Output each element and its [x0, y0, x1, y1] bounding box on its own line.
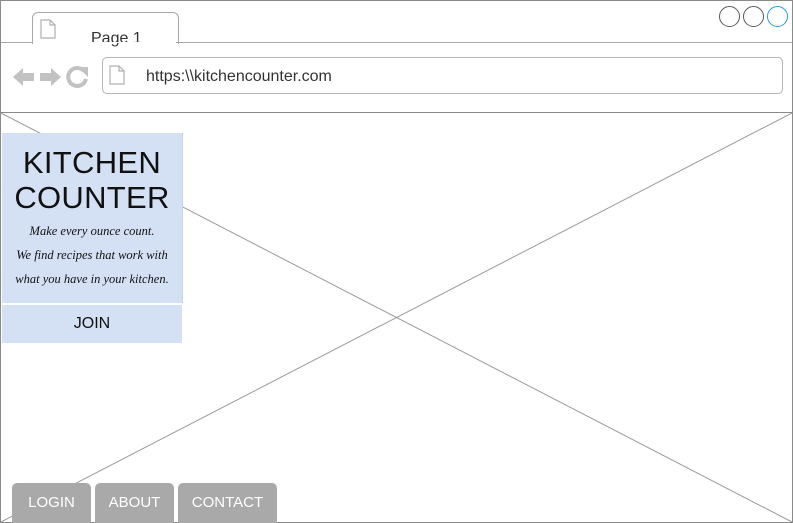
brand-tagline: Make every ounce count. We find recipes …	[2, 219, 182, 291]
tab-title: Page 1	[91, 30, 142, 47]
forward-arrow-icon[interactable]	[38, 65, 62, 94]
reload-icon[interactable]	[64, 64, 90, 95]
tagline-line2: We find recipes that work with	[16, 248, 168, 262]
navigation-buttons	[12, 64, 90, 95]
address-bar[interactable]: https:\\kitchencounter.com	[102, 57, 783, 94]
tagline-line1: Make every ounce count.	[29, 224, 155, 238]
page-icon	[40, 19, 56, 44]
back-arrow-icon[interactable]	[12, 65, 36, 94]
about-button[interactable]: ABOUT	[95, 483, 174, 523]
page-icon	[109, 65, 125, 90]
bottom-navigation: LOGIN ABOUT CONTACT	[12, 483, 277, 523]
tagline-line3: what you have in your kitchen.	[15, 272, 169, 286]
url-text[interactable]: https:\\kitchencounter.com	[146, 68, 332, 86]
brand-title: KITCHEN COUNTER	[2, 145, 182, 215]
page-content: KITCHEN COUNTER Make every ounce count. …	[1, 113, 792, 523]
login-button[interactable]: LOGIN	[12, 483, 91, 523]
contact-button[interactable]: CONTACT	[178, 483, 277, 523]
brand-card: KITCHEN COUNTER Make every ounce count. …	[2, 133, 183, 303]
join-button[interactable]: JOIN	[2, 305, 182, 343]
window-control-circle-icon[interactable]	[743, 6, 764, 27]
brand-title-line2: COUNTER	[14, 180, 170, 215]
brand-title-line1: KITCHEN	[22, 145, 162, 180]
browser-tab[interactable]: Page 1	[32, 12, 179, 47]
window-control-circle-icon[interactable]	[767, 6, 788, 27]
window-control-circle-icon[interactable]	[719, 6, 740, 27]
browser-window: Page 1 https:\\kitchencounter.com KITCHE…	[0, 0, 793, 523]
tab-line-gap	[33, 42, 176, 43]
window-controls	[719, 6, 788, 27]
